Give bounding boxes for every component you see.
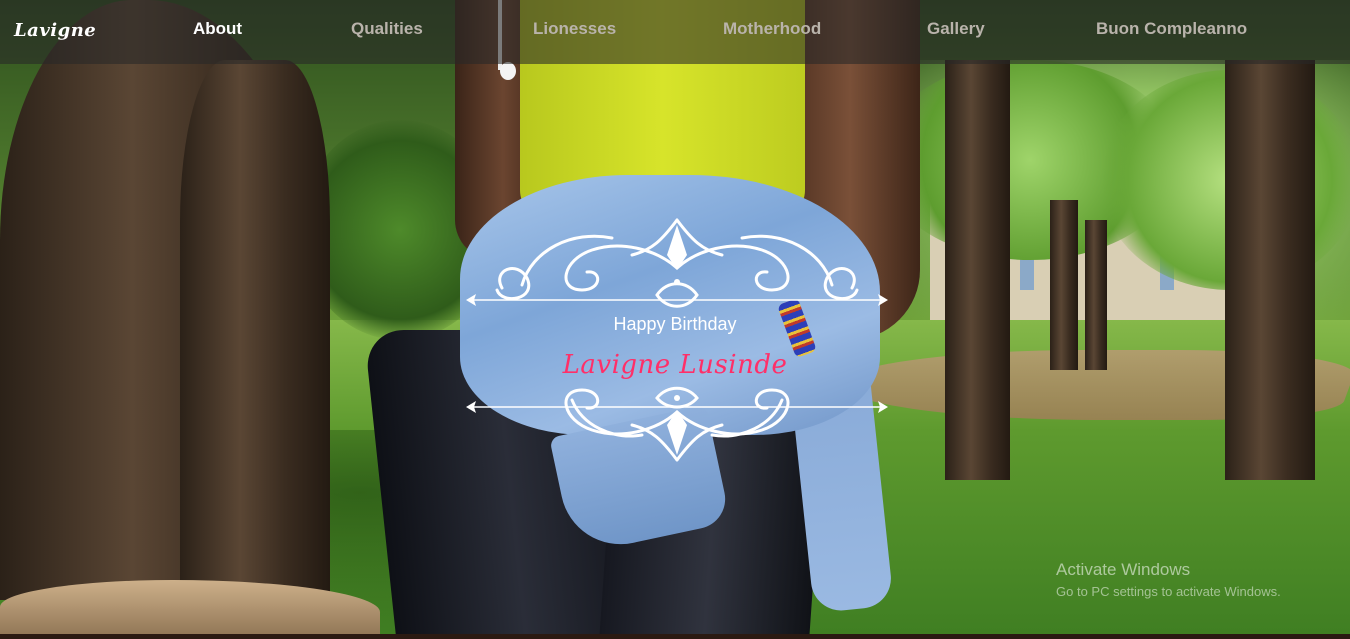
nav-link-motherhood[interactable]: Motherhood (723, 19, 821, 39)
nav-link-buon-compleanno[interactable]: Buon Compleanno (1096, 19, 1247, 39)
celebrant-name: Lavigne Lusinde (562, 350, 788, 380)
earbud (500, 62, 516, 80)
tree-trunk (1085, 220, 1107, 370)
ornament-frame-icon (466, 218, 888, 462)
nav-link-gallery[interactable]: Gallery (927, 19, 985, 39)
top-navbar: Lavigne About Qualities Lionesses Mother… (0, 0, 1350, 64)
bottom-edge (0, 634, 1350, 639)
nav-link-qualities[interactable]: Qualities (351, 19, 423, 39)
windows-activation-watermark-title: Activate Windows (1056, 560, 1191, 579)
tree-trunk (945, 60, 1010, 480)
windows-activation-watermark-subtitle: Go to PC settings to activate Windows. (1056, 584, 1281, 599)
brand-logo[interactable]: Lavigne (14, 20, 96, 41)
tree-trunk (1050, 200, 1078, 370)
nav-link-about[interactable]: About (193, 19, 242, 39)
tree-trunk (1225, 60, 1315, 480)
nav-link-lionesses[interactable]: Lionesses (533, 19, 616, 39)
birthday-greeting: Happy Birthday (613, 314, 737, 334)
